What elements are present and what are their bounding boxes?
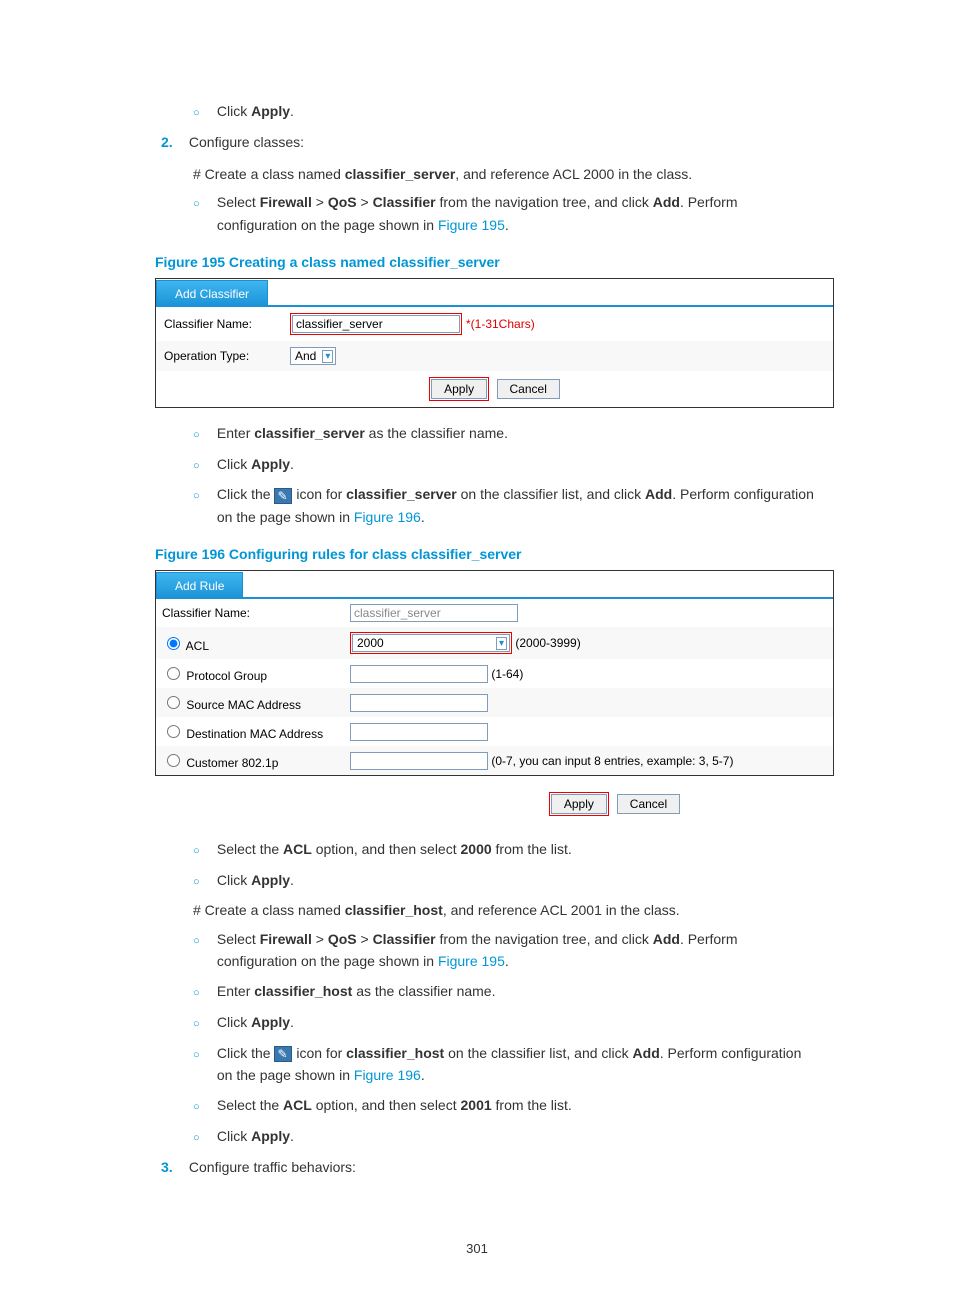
top-continuation: ○ Click Apply. <box>193 100 834 123</box>
add-rule-tab[interactable]: Add Rule <box>156 572 243 599</box>
text: Click <box>217 103 251 119</box>
figure-196-label: Figure 196 Configuring rules for class c… <box>155 546 834 562</box>
bullet-circle: ○ <box>193 1047 213 1065</box>
edit-icon <box>274 488 292 504</box>
customer-8021p-input[interactable] <box>350 752 488 770</box>
bullet-circle: ○ <box>193 458 213 476</box>
cancel-button[interactable]: Cancel <box>497 379 560 399</box>
figure-195-link[interactable]: Figure 195 <box>438 953 505 969</box>
bullet-circle: ○ <box>193 933 213 951</box>
figure-195-label: Figure 195 Creating a class named classi… <box>155 254 834 270</box>
apply-button[interactable]: Apply <box>431 379 487 399</box>
step-number: 2. <box>161 131 185 153</box>
acl-hint: (2000-3999) <box>515 636 580 650</box>
bullet-circle: ○ <box>193 427 213 445</box>
figure-196-link[interactable]: Figure 196 <box>354 1067 421 1083</box>
operation-type-label: Operation Type: <box>164 349 290 363</box>
apply-bold: Apply <box>251 103 290 119</box>
customer-8021p-radio[interactable] <box>167 754 180 767</box>
source-mac-radio[interactable] <box>167 696 180 709</box>
customer-8021p-hint: (0-7, you can input 8 entries, example: … <box>491 754 733 768</box>
acl-select[interactable]: 2000▾ <box>352 634 510 652</box>
bullet-circle: ○ <box>193 843 213 861</box>
edit-icon <box>274 1046 292 1062</box>
figure-196-link[interactable]: Figure 196 <box>354 509 421 525</box>
operation-type-select[interactable]: And ▾ <box>290 347 336 365</box>
protocol-group-input[interactable] <box>350 665 488 683</box>
cancel-button[interactable]: Cancel <box>617 794 680 814</box>
protocol-group-hint: (1-64) <box>491 667 523 681</box>
document-page: ○ Click Apply. 2. Configure classes: # C… <box>0 0 954 1296</box>
protocol-group-radio[interactable] <box>167 667 180 680</box>
add-rule-panel: Add Rule Classifier Name: ACL 2000▾ (200… <box>155 570 834 776</box>
bullet-circle: ○ <box>193 1099 213 1117</box>
classifier-name-input[interactable] <box>292 315 460 333</box>
step-3: 3. Configure traffic behaviors: <box>161 1156 834 1178</box>
figure-195-link[interactable]: Figure 195 <box>438 217 505 233</box>
step-number: 3. <box>161 1156 185 1178</box>
chevron-down-icon: ▾ <box>322 350 333 363</box>
bullet-circle: ○ <box>193 105 213 123</box>
nav-instruction-1: ○ Select Firewall > QoS > Classifier fro… <box>193 191 834 236</box>
bullet-circle: ○ <box>193 874 213 892</box>
acl-radio[interactable] <box>167 637 180 650</box>
chevron-down-icon: ▾ <box>496 637 507 650</box>
classifier-name-label: Classifier Name: <box>164 317 290 331</box>
bullet-circle: ○ <box>193 1016 213 1034</box>
source-mac-input[interactable] <box>350 694 488 712</box>
bullet-circle: ○ <box>193 1130 213 1148</box>
page-number: 301 <box>0 1241 954 1256</box>
sharp-line-1: # Create a class named classifier_server… <box>193 163 834 185</box>
step-text: Configure classes: <box>189 134 304 150</box>
step-2: 2. Configure classes: <box>161 131 834 153</box>
add-classifier-tab[interactable]: Add Classifier <box>156 280 268 307</box>
add-classifier-panel: Add Classifier Classifier Name: *(1-31Ch… <box>155 278 834 408</box>
apply-button[interactable]: Apply <box>551 794 607 814</box>
dest-mac-input[interactable] <box>350 723 488 741</box>
classifier-name-label: Classifier Name: <box>162 606 250 620</box>
classifier-name-input-readonly <box>350 604 518 622</box>
bullet-circle: ○ <box>193 985 213 1003</box>
step-text: Configure traffic behaviors: <box>189 1159 356 1175</box>
sharp-line-2: # Create a class named classifier_host, … <box>193 899 834 921</box>
classifier-name-hint: *(1-31Chars) <box>466 317 535 331</box>
dest-mac-radio[interactable] <box>167 725 180 738</box>
bullet-circle: ○ <box>193 196 213 214</box>
bullet-circle: ○ <box>193 488 213 506</box>
